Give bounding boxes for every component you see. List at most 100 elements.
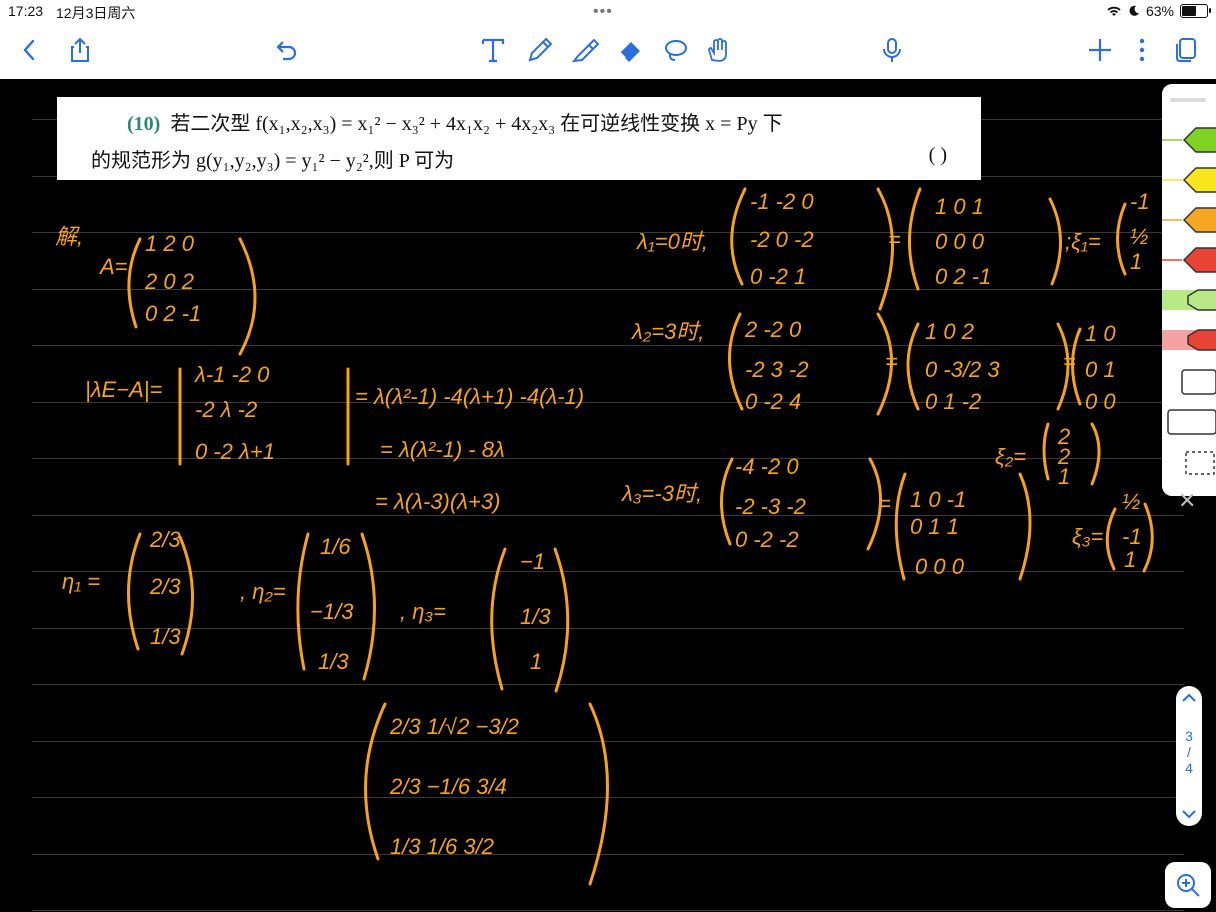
highlighter-pink-icon[interactable] <box>1162 322 1216 358</box>
svg-text:1/3: 1/3 <box>520 604 551 629</box>
zoom-in-icon <box>1177 874 1200 897</box>
svg-text:0 1 1: 0 1 1 <box>910 514 959 539</box>
svg-text:-1: -1 <box>1130 189 1150 214</box>
svg-text:=: = <box>1063 349 1076 374</box>
status-bar: 17:23 12月3日周六 ••• 63% <box>0 0 1216 24</box>
svg-text:-2 λ -2: -2 λ -2 <box>195 397 257 422</box>
multitask-dots-icon[interactable]: ••• <box>593 4 613 20</box>
svg-text:0 -3/2 3: 0 -3/2 3 <box>925 357 1000 382</box>
wifi-icon <box>1107 6 1121 16</box>
svg-text:0 0: 0 0 <box>1085 389 1116 414</box>
svg-text:1: 1 <box>1130 249 1142 274</box>
svg-text:½: ½ <box>1122 489 1140 514</box>
pen-green-icon[interactable] <box>1162 122 1216 158</box>
svg-text:解,: 解, <box>55 224 83 249</box>
status-time: 17:23 <box>8 3 44 19</box>
svg-text:=: = <box>878 491 891 516</box>
page-numbers: 3 / 4 <box>1176 728 1202 776</box>
battery-icon <box>1180 4 1211 18</box>
svg-text:ξ₂=: ξ₂= <box>995 444 1026 469</box>
note-canvas[interactable]: (10) 若二次型 f(x₁,x₂,x₃) = x₁² − x₃² + 4x₁x₂… <box>0 79 1216 912</box>
svg-text:0 1 -2: 0 1 -2 <box>925 389 981 414</box>
svg-text:2 0 2: 2 0 2 <box>144 269 194 294</box>
palette-grabber[interactable] <box>1170 98 1206 102</box>
page-down-icon[interactable] <box>1176 806 1202 822</box>
eraser-large-icon[interactable] <box>1162 404 1216 440</box>
svg-text:1: 1 <box>1124 547 1136 572</box>
svg-text:λ₂=3时,: λ₂=3时, <box>631 319 704 344</box>
undo-icon[interactable] <box>266 30 306 70</box>
lasso-icon[interactable] <box>655 30 695 70</box>
svg-text:0 1: 0 1 <box>1085 357 1116 382</box>
text-tool-icon[interactable] <box>473 30 513 70</box>
pen-orange-icon[interactable] <box>1162 202 1216 238</box>
svg-text:1/3 1/6 3/2: 1/3 1/6 3/2 <box>390 834 494 859</box>
svg-text:= λ(λ²-1) -4(λ+1) -4(λ-1): = λ(λ²-1) -4(λ+1) -4(λ-1) <box>355 384 584 409</box>
page-current: 3 <box>1185 728 1193 744</box>
svg-text:λ-1 -2 0: λ-1 -2 0 <box>194 362 270 387</box>
pen-yellow-icon[interactable] <box>1162 162 1216 198</box>
svg-text:-1 -2 0: -1 -2 0 <box>750 189 814 214</box>
svg-text:, η₂=: , η₂= <box>240 579 286 604</box>
svg-text:1 2 0: 1 2 0 <box>145 231 195 256</box>
handwriting-layer: 解, A= 1 2 0 2 0 2 0 2 -1 |λE−A|= λ-1 -2 … <box>55 187 1154 886</box>
svg-text:1 0 2: 1 0 2 <box>925 319 974 344</box>
svg-text:2/3 1/√2 −3/2: 2/3 1/√2 −3/2 <box>389 714 519 739</box>
svg-text:0 2 -1: 0 2 -1 <box>145 301 201 326</box>
mic-icon[interactable] <box>872 30 912 70</box>
pen-palette: ✕ <box>1162 84 1216 513</box>
svg-text:1/3: 1/3 <box>150 624 181 649</box>
svg-text:0 -2 λ+1: 0 -2 λ+1 <box>195 439 275 464</box>
svg-text:= λ(λ²-1) - 8λ: = λ(λ²-1) - 8λ <box>380 437 505 462</box>
svg-text:1 0 1: 1 0 1 <box>935 194 984 219</box>
svg-text:|λE−A|=: |λE−A|= <box>85 377 162 402</box>
pen-tool-icon[interactable] <box>520 30 560 70</box>
highlighter-icon[interactable] <box>565 30 605 70</box>
svg-text:−1: −1 <box>520 549 545 574</box>
svg-text:0 0 0: 0 0 0 <box>915 554 965 579</box>
svg-text:1: 1 <box>1058 464 1070 489</box>
svg-text:−1/3: −1/3 <box>310 599 354 624</box>
lasso-select-icon[interactable] <box>1162 446 1216 482</box>
svg-text:-2 3 -2: -2 3 -2 <box>745 357 809 382</box>
svg-text:0 0 0: 0 0 0 <box>935 229 985 254</box>
svg-text:-2 -3 -2: -2 -3 -2 <box>735 494 806 519</box>
eraser-icon[interactable] <box>610 30 650 70</box>
battery-percent: 63% <box>1145 3 1174 19</box>
svg-text:2/3 −1/6 3/4: 2/3 −1/6 3/4 <box>389 774 507 799</box>
eraser-small-icon[interactable] <box>1162 364 1216 400</box>
toolbar <box>0 24 1216 79</box>
more-icon[interactable] <box>1122 30 1162 70</box>
page-separator: / <box>1187 744 1191 760</box>
zoom-button[interactable] <box>1165 862 1211 908</box>
svg-text:ξ₃=: ξ₃= <box>1072 524 1104 549</box>
svg-text:1/3: 1/3 <box>318 649 349 674</box>
svg-text:-1: -1 <box>1122 524 1142 549</box>
pages-icon[interactable] <box>1166 30 1206 70</box>
svg-text:=: = <box>888 227 901 252</box>
page-total: 4 <box>1185 760 1193 776</box>
highlighter-green-icon[interactable] <box>1162 282 1216 318</box>
hand-icon[interactable] <box>698 30 738 70</box>
svg-text:0 -2 4: 0 -2 4 <box>745 389 801 414</box>
pen-red-icon[interactable] <box>1162 242 1216 278</box>
page-indicator: 3 / 4 <box>1176 686 1202 826</box>
svg-text:0 -2 -2: 0 -2 -2 <box>735 527 799 552</box>
share-icon[interactable] <box>60 30 100 70</box>
svg-text:, η₃=: , η₃= <box>400 599 446 624</box>
svg-text:-4 -2 0: -4 -2 0 <box>735 454 799 479</box>
page-up-icon[interactable] <box>1176 690 1202 706</box>
svg-text:2/3: 2/3 <box>149 574 181 599</box>
palette-close-icon[interactable]: ✕ <box>1178 488 1196 514</box>
svg-text:η₁ =: η₁ = <box>62 569 100 594</box>
back-icon[interactable] <box>10 30 50 70</box>
svg-text:;ξ₁=: ;ξ₁= <box>1065 229 1101 254</box>
svg-text:-2 0 -2: -2 0 -2 <box>750 227 814 252</box>
add-icon[interactable] <box>1080 30 1120 70</box>
svg-text:= λ(λ-3)(λ+3): = λ(λ-3)(λ+3) <box>375 489 500 514</box>
svg-text:2 -2 0: 2 -2 0 <box>744 317 802 342</box>
status-date: 12月3日周六 <box>56 5 136 21</box>
svg-text:λ₁=0时,: λ₁=0时, <box>636 229 708 254</box>
svg-text:1 0: 1 0 <box>1085 321 1116 346</box>
svg-text:1/6: 1/6 <box>320 534 351 559</box>
